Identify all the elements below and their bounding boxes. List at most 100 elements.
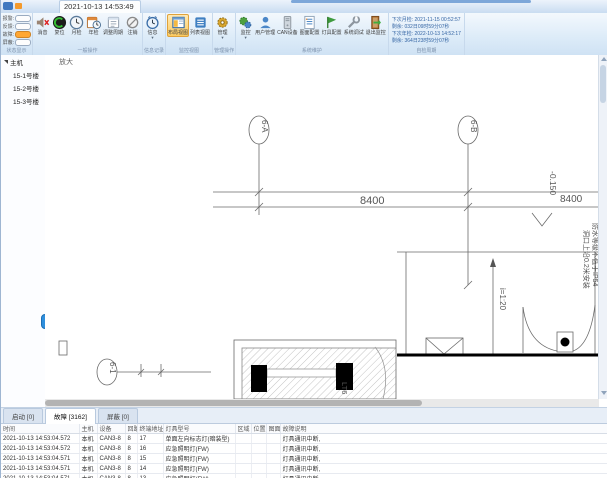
col-device[interactable]: 设备 bbox=[97, 424, 125, 434]
tab-start[interactable]: 启动 [0] bbox=[3, 408, 43, 423]
tree-expander-icon[interactable] bbox=[4, 60, 8, 64]
col-area[interactable]: 区域 bbox=[235, 424, 251, 434]
cell: 灯具通讯中断, bbox=[280, 444, 607, 454]
layout-view-button[interactable]: 布局视图 bbox=[167, 14, 189, 37]
cell: 16 bbox=[137, 444, 163, 454]
cell: 本机 bbox=[79, 464, 97, 474]
vertical-scrollbar[interactable] bbox=[598, 55, 607, 399]
fault-row[interactable]: 2021-10-13 14:53:04.572 本机 CAN3-8 8 16 应… bbox=[1, 444, 607, 454]
col-loop[interactable]: 回路 bbox=[125, 424, 137, 434]
cell: CAN3-8 bbox=[97, 444, 125, 454]
chevron-down-icon: ▾ bbox=[244, 36, 246, 40]
horizontal-scroll-thumb[interactable] bbox=[45, 400, 422, 406]
cell: 2021-10-13 14:53:04.572 bbox=[1, 434, 79, 444]
ribbon-empty-area bbox=[465, 13, 607, 55]
cell bbox=[266, 444, 280, 454]
tree-item-building1[interactable]: 15-1号楼 bbox=[1, 68, 45, 81]
mute-button[interactable]: 消音 bbox=[34, 14, 51, 37]
cell: 本机 bbox=[79, 454, 97, 464]
monitor-button[interactable]: 监控 ▾ bbox=[237, 14, 254, 41]
col-location[interactable]: 位置 bbox=[251, 424, 266, 434]
manage-button[interactable]: 管理 ▾ bbox=[214, 14, 231, 41]
cell bbox=[266, 454, 280, 464]
user-management-button[interactable]: 用户管理 bbox=[254, 14, 276, 37]
list-view-button[interactable]: 列表视图 bbox=[189, 14, 211, 37]
floor-plan-drawing: 6-A 6-B 6-1 8400 8400 -0.150 i=1:20 LT6 … bbox=[45, 55, 599, 399]
exit-monitor-button[interactable]: 退出监控 bbox=[365, 14, 387, 37]
monthly-check-button[interactable]: 月检 bbox=[68, 14, 85, 37]
next-monthly-check: 下次月检: 2021-11-15 00:52:57 bbox=[392, 17, 461, 24]
col-lamp-model[interactable]: 灯具型号 bbox=[163, 424, 235, 434]
lamp-config-button[interactable]: 灯具配置 bbox=[321, 14, 343, 37]
cell: CAN3-8 bbox=[97, 434, 125, 444]
status-fault: 故障: bbox=[2, 31, 31, 38]
scroll-down-icon[interactable] bbox=[601, 391, 607, 395]
slope-label: i=1:20 bbox=[498, 288, 507, 311]
vertical-scroll-thumb[interactable] bbox=[600, 65, 606, 103]
can-device-button[interactable]: CAN设备 bbox=[276, 14, 299, 37]
list-view-icon bbox=[193, 15, 208, 30]
annual-remaining: 剩余: 364日23时59分07秒 bbox=[392, 38, 461, 45]
titlebar-strip bbox=[291, 0, 531, 3]
info-button[interactable]: 信息 ▾ bbox=[144, 14, 161, 41]
fault-row[interactable]: 2021-10-13 14:53:04.571 本机 CAN3-8 8 15 应… bbox=[1, 454, 607, 464]
tab-shield[interactable]: 屏蔽 [0] bbox=[98, 408, 138, 423]
tab-fault[interactable]: 故障 [3162] bbox=[45, 408, 96, 424]
fault-row[interactable]: 2021-10-13 14:53:04.571 本机 CAN3-8 8 13 应… bbox=[1, 474, 607, 478]
logout-button[interactable]: 注销 bbox=[124, 14, 141, 37]
cell: 应急照明灯(FW) bbox=[163, 464, 235, 474]
group-label-maintenance: 系统维护 bbox=[237, 47, 387, 55]
cell: 应急照明灯(FW) bbox=[163, 454, 235, 464]
fault-row[interactable]: 2021-10-13 14:53:04.572 本机 CAN3-8 8 17 单… bbox=[1, 434, 607, 444]
col-fault-desc[interactable]: 故障说明 bbox=[280, 424, 607, 434]
lamp-symbol bbox=[561, 338, 570, 347]
info-clock-icon bbox=[145, 15, 160, 30]
shield-indicator bbox=[15, 39, 31, 46]
dimension-left: 8400 bbox=[360, 195, 384, 207]
grid-label-a: 6-A bbox=[260, 120, 269, 133]
cell: 8 bbox=[125, 434, 137, 444]
system-debug-button[interactable]: 系统调试 bbox=[343, 14, 365, 37]
column-symbol bbox=[251, 365, 267, 392]
cell: 8 bbox=[125, 474, 137, 478]
tree-item-building3[interactable]: 15-3号楼 bbox=[1, 94, 45, 107]
col-time[interactable]: 时间 bbox=[1, 424, 79, 434]
floor-plan-canvas[interactable]: 放大 bbox=[45, 55, 607, 407]
cell: 17 bbox=[137, 434, 163, 444]
ribbon-group-views: 布局视图 列表视图 监控视图 bbox=[166, 13, 213, 55]
scroll-up-icon[interactable] bbox=[601, 57, 607, 61]
col-host[interactable]: 主机 bbox=[79, 424, 97, 434]
group-label-general: 一般操作 bbox=[34, 47, 141, 55]
cell bbox=[235, 474, 251, 478]
calendar-icon bbox=[106, 15, 121, 30]
horizontal-scrollbar[interactable] bbox=[45, 399, 599, 407]
cell: 2021-10-13 14:53:04.572 bbox=[1, 444, 79, 454]
calendar-clock-icon bbox=[86, 15, 101, 30]
tree-root-host[interactable]: 主机 bbox=[1, 55, 45, 68]
table-header-row: 时间 主机 设备 回路 终端地址 灯具型号 区域 位置 图面 故障说明 bbox=[1, 424, 607, 434]
reset-button[interactable]: 复位 bbox=[51, 14, 68, 37]
grid-label-1: 6-1 bbox=[108, 362, 117, 374]
cell: 2021-10-13 14:53:04.571 bbox=[1, 454, 79, 464]
col-terminal[interactable]: 终端地址 bbox=[137, 424, 163, 434]
mute-speaker-icon bbox=[35, 15, 50, 30]
cell bbox=[251, 434, 266, 444]
group-label-selfcheck: 自检周期 bbox=[390, 47, 463, 55]
annual-check-button[interactable]: 年检 bbox=[85, 14, 102, 37]
layout-view-icon bbox=[171, 15, 186, 30]
col-drawing[interactable]: 图面 bbox=[266, 424, 280, 434]
tree-item-building2[interactable]: 15-2号楼 bbox=[1, 81, 45, 94]
drawing-config-button[interactable]: 图面配置 bbox=[299, 14, 321, 37]
fault-row[interactable]: 2021-10-13 14:53:04.571 本机 CAN3-8 8 14 应… bbox=[1, 464, 607, 474]
cell: 单面左向标志灯(暗装型) bbox=[163, 434, 235, 444]
cell bbox=[251, 464, 266, 474]
gear-icon bbox=[215, 15, 230, 30]
event-tab-strip: 启动 [0] 故障 [3162] 屏蔽 [0] bbox=[1, 407, 607, 424]
group-label-info: 信息记录 bbox=[144, 47, 164, 55]
app-icon-accent bbox=[15, 3, 22, 9]
monthly-remaining: 剩余: 032日09时59分07秒 bbox=[392, 24, 461, 31]
adjust-period-button[interactable]: 调整周期 bbox=[102, 14, 124, 37]
device-cabinet-icon bbox=[280, 15, 295, 30]
elevation-label: -0.150 bbox=[548, 171, 558, 195]
group-label-manage: 管理操作 bbox=[214, 47, 234, 55]
